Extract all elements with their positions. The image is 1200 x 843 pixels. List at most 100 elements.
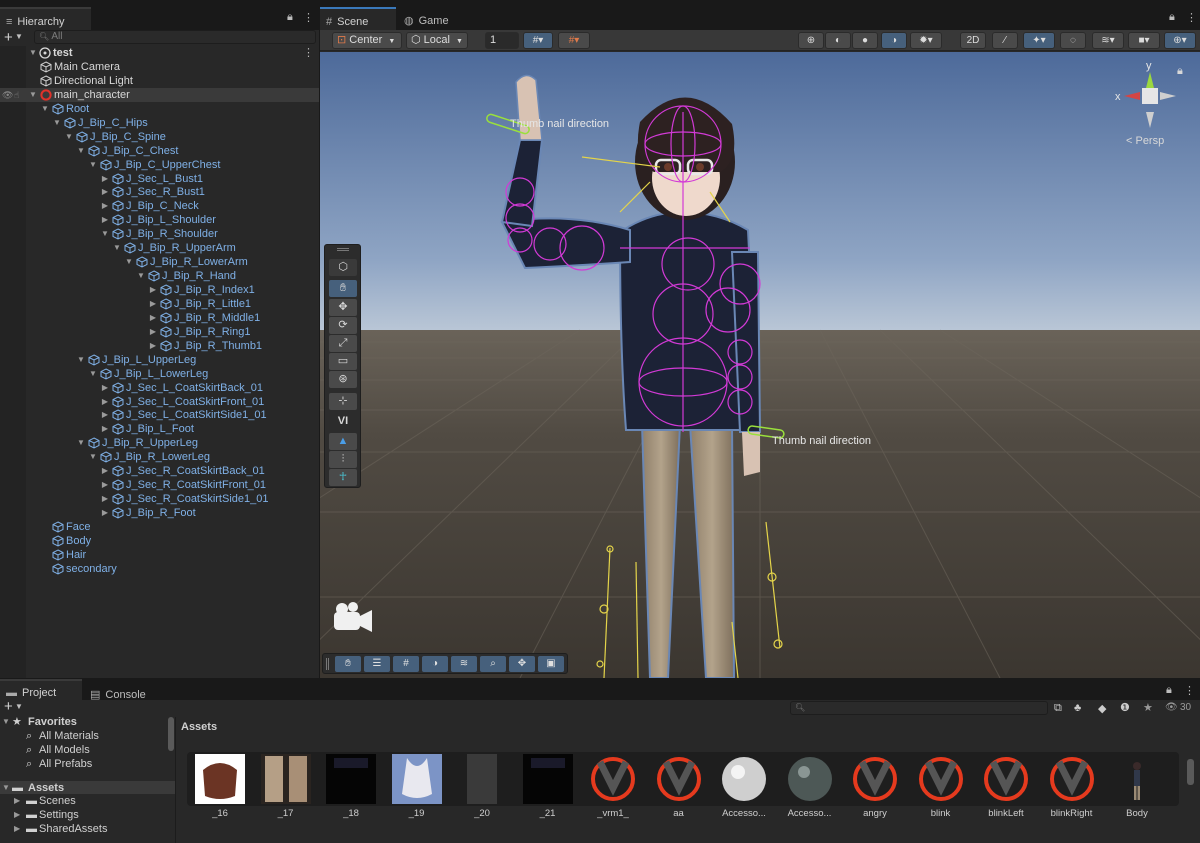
snap-settings-button[interactable]: #▾ (558, 32, 590, 49)
hierarchy-item[interactable]: ▼ J_Bip_C_Hips (0, 116, 319, 130)
scene-row[interactable]: ▼ test ⋮ (0, 46, 319, 60)
filter-label-icon[interactable]: ♣ (1074, 702, 1081, 714)
texture-blue-icon[interactable] (391, 754, 442, 804)
hierarchy-item[interactable]: ▼ J_Bip_R_LowerArm (0, 255, 319, 269)
expand-arrow-icon[interactable]: ▶ (100, 395, 110, 409)
bone-tool-button[interactable]: ▲ (329, 433, 357, 450)
scene-viewport[interactable]: Thumb nail direction Thumb nail directio… (320, 52, 1200, 678)
pickable-hand-icon[interactable]: ☝︎ (14, 88, 19, 102)
hierarchy-search-input[interactable]: 🔍︎ All (34, 30, 316, 44)
move-button[interactable]: ✥ (509, 656, 535, 672)
expand-arrow-icon[interactable]: ▶ (100, 185, 110, 199)
expand-arrow-icon[interactable]: ▶ (14, 808, 20, 822)
vrm-icon[interactable] (1047, 754, 1097, 804)
expand-arrow-icon[interactable]: ▶ (148, 339, 158, 353)
vrm-icon[interactable] (981, 754, 1031, 804)
asset-label[interactable]: angry (843, 808, 907, 819)
asset-label[interactable]: _18 (319, 808, 383, 819)
expand-arrow-icon[interactable]: ▶ (100, 492, 110, 506)
collapse-arrow-icon[interactable]: ▼ (112, 241, 122, 255)
collapse-arrow-icon[interactable]: ▼ (88, 450, 98, 464)
collapse-arrow-icon[interactable]: ▼ (28, 88, 38, 102)
texture-gray-icon[interactable] (457, 754, 507, 804)
asset-label[interactable]: Accesso... (778, 808, 842, 819)
hierarchy-item[interactable]: Main Camera (0, 60, 319, 74)
expand-arrow-icon[interactable]: ▶ (100, 408, 110, 422)
favorite-item[interactable]: ⌕ All Materials (0, 729, 175, 743)
texture-black-icon[interactable] (522, 754, 573, 804)
hierarchy-item[interactable]: Body (0, 534, 319, 548)
expand-arrow-icon[interactable]: ▶ (100, 464, 110, 478)
custom-tool-button[interactable]: ⊹ (329, 393, 357, 410)
hierarchy-item[interactable]: ▶ J_Sec_L_Bust1 (0, 172, 319, 186)
hierarchy-item[interactable]: ▶ J_Sec_L_CoatSkirtFront_01 (0, 395, 319, 409)
character-icon[interactable] (1112, 754, 1162, 804)
collapse-arrow-icon[interactable]: ▼ (52, 116, 62, 130)
hierarchy-item[interactable]: ▶ J_Bip_L_Shoulder (0, 213, 319, 227)
sphere-glass-icon[interactable] (785, 754, 835, 804)
hierarchy-item[interactable]: ▶ J_Bip_L_Foot (0, 422, 319, 436)
tab-hierarchy[interactable]: ≡ Hierarchy (0, 7, 91, 30)
drag-handle-icon[interactable] (326, 658, 329, 670)
tag-icon[interactable]: ◆ (1098, 702, 1106, 715)
asset-label[interactable]: _20 (450, 808, 514, 819)
layers-button[interactable]: ≋▾ (1092, 32, 1124, 49)
collapse-arrow-icon[interactable]: ▼ (88, 158, 98, 172)
expand-arrow-icon[interactable]: ▶ (100, 422, 110, 436)
sphere-white-icon[interactable] (719, 754, 769, 804)
asset-label[interactable]: blinkRight (1040, 808, 1104, 819)
hierarchy-item[interactable]: secondary (0, 562, 319, 576)
hierarchy-item[interactable]: ▼ J_Bip_R_UpperLeg (0, 436, 319, 450)
collapse-arrow-icon[interactable]: ▼ (64, 130, 74, 144)
hierarchy-item[interactable]: ▼ J_Bip_L_UpperLeg (0, 353, 319, 367)
hierarchy-item[interactable]: ▼ J_Bip_L_LowerLeg (0, 367, 319, 381)
hand-tool-button[interactable]: ✋︎ (329, 280, 357, 297)
vrm-icon[interactable] (850, 754, 900, 804)
eye-icon[interactable]: 👁︎ (1165, 702, 1178, 713)
breadcrumb[interactable]: Assets (181, 721, 217, 733)
lock-icon[interactable]: 🔒︎ (1166, 684, 1172, 697)
audio-fx-button[interactable]: ✦▾ (1023, 32, 1055, 49)
sliders-tool-button[interactable]: ⫶ (329, 451, 357, 468)
transform-tool-button[interactable]: ⊛ (329, 371, 357, 388)
expand-arrow-icon[interactable]: ▶ (100, 381, 110, 395)
vi-label[interactable]: VI (329, 413, 357, 430)
lock-icon[interactable]: 🔒︎ (1169, 11, 1175, 24)
render-mode-button[interactable]: ✹▾ (910, 32, 942, 49)
collapse-arrow-icon[interactable]: ▼ (100, 227, 110, 241)
hierarchy-item[interactable]: ▶ J_Bip_R_Ring1 (0, 325, 319, 339)
kebab-menu-icon[interactable]: ⋮ (303, 11, 314, 24)
drag-handle-icon[interactable] (337, 248, 349, 251)
hierarchy-item[interactable]: ▶ J_Sec_R_Bust1 (0, 185, 319, 199)
kebab-menu-icon[interactable]: ⋮ (303, 46, 314, 60)
hidden-objects-button[interactable]: ◌ (1060, 32, 1086, 49)
star-icon[interactable]: ★ (1143, 701, 1153, 714)
move-tool-button[interactable]: ✥ (329, 299, 357, 316)
hierarchy-item[interactable]: Hair (0, 548, 319, 562)
expand-arrow-icon[interactable]: ▶ (148, 297, 158, 311)
kebab-menu-icon[interactable]: ⋮ (1184, 684, 1195, 697)
assets-root-row[interactable]: ▼ ▬ Assets (0, 780, 175, 795)
expand-arrow-icon[interactable]: ▶ (148, 311, 158, 325)
align-button[interactable]: ☰ (364, 656, 390, 672)
asset-label[interactable]: _17 (254, 808, 318, 819)
layers-button[interactable]: ≋ (451, 656, 477, 672)
humanoid-tool-button[interactable]: ☥ (329, 469, 357, 486)
vrm-icon[interactable] (654, 754, 704, 804)
expand-arrow-icon[interactable]: ▼ (28, 46, 38, 60)
add-plus-icon[interactable]: + (4, 29, 13, 46)
folder-row[interactable]: ▶ ▬ SharedAssets (0, 822, 175, 836)
asset-label[interactable]: aa (647, 808, 711, 819)
expand-arrow-icon[interactable]: ▶ (14, 822, 20, 836)
shading-shaded-button[interactable]: ◑ (881, 32, 907, 49)
expand-arrow-icon[interactable]: ▶ (148, 325, 158, 339)
folder-row[interactable]: ▶ ▬ Scenes (0, 794, 175, 808)
hierarchy-item[interactable]: ▶ J_Bip_R_Thumb1 (0, 339, 319, 353)
hierarchy-item[interactable]: ▶ J_Sec_L_CoatSkirtSide1_01 (0, 408, 319, 422)
favorite-item[interactable]: ⌕ All Models (0, 743, 175, 757)
hierarchy-item[interactable]: ▶ J_Sec_R_CoatSkirtFront_01 (0, 478, 319, 492)
hierarchy-item[interactable]: ▼ main_character 👁︎ ☝︎ (0, 87, 319, 102)
rotate-tool-button[interactable]: ⟳ (329, 317, 357, 334)
expand-arrow-icon[interactable]: ▶ (100, 478, 110, 492)
kebab-menu-icon[interactable]: ⋮ (1186, 11, 1197, 24)
